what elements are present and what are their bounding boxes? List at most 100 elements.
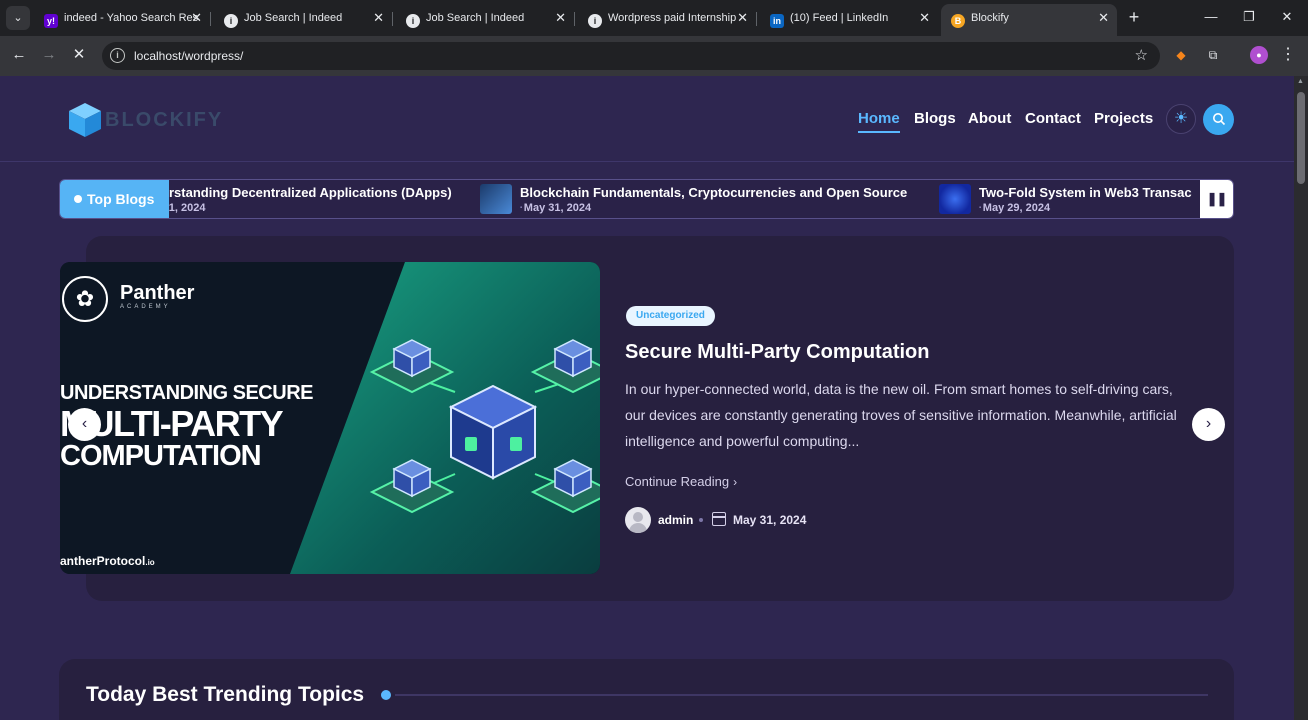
logo-cube-icon[interactable] [68,102,102,138]
page-scrollbar[interactable]: ▲ [1294,76,1308,720]
tab-title: Blockify [971,12,1009,24]
ticker-item-title[interactable]: rstanding Decentralized Applications (DA… [169,185,452,200]
live-dot-icon [74,195,82,203]
new-tab-icon[interactable]: + [1124,6,1144,28]
forward-icon[interactable]: → [38,44,60,66]
image-brand-text: Panther [120,282,195,304]
minimize-icon[interactable]: — [1196,6,1226,28]
site-header: BLOCKIFY Home Blogs About Contact Projec… [0,76,1294,162]
ticker-thumbnail-image [480,184,512,214]
top-blogs-ticker: Top Blogs rstanding Decentralized Applic… [59,179,1234,219]
browser-menu-icon[interactable]: ⋮ [1280,44,1296,66]
nav-about[interactable]: About [968,110,1011,127]
post-date: May 31, 2024 [733,513,807,527]
browser-tab-active[interactable]: B Blockify ✕ [941,4,1117,36]
close-tab-icon[interactable]: ✕ [373,4,384,32]
nav-contact[interactable]: Contact [1025,110,1081,127]
author-avatar[interactable] [625,507,651,533]
extensions-puzzle-icon[interactable]: ⧉ [1204,46,1222,64]
tab-search-menu-icon[interactable]: ⌄ [6,6,30,30]
site-info-icon[interactable]: i [110,48,125,63]
featured-post-image[interactable]: ✿ Panther ACADEMY UNDERSTANDING SECURE M… [60,262,600,574]
ticker-item[interactable]: rstanding Decentralized Applications (DA… [169,180,469,218]
chevron-right-icon: › [733,475,738,489]
image-footer-domain: antherProtocol [60,554,146,568]
ticker-item[interactable]: Blockchain Fundamentals, Cryptocurrencie… [480,180,930,218]
close-tab-icon[interactable]: ✕ [737,4,748,32]
tab-title: Job Search | Indeed [244,12,343,24]
stop-loading-icon[interactable]: ✕ [68,44,90,66]
close-tab-icon[interactable]: ✕ [919,4,930,32]
scrollbar-thumb[interactable] [1297,92,1305,184]
metamask-extension-icon[interactable]: ◆ [1172,46,1190,64]
address-bar[interactable]: i localhost/wordpress/ ☆ [102,42,1160,70]
featured-post-excerpt: In our hyper-connected world, data is th… [625,381,1177,449]
slider-prev-button[interactable]: ‹ [68,408,101,441]
browser-tab[interactable]: i Job Search | Indeed ✕ [214,4,392,32]
blockify-favicon-icon: B [951,14,965,28]
browser-tab[interactable]: y! indeed - Yahoo Search Res ✕ [34,4,210,32]
tab-title: Job Search | Indeed [426,12,525,24]
heading-divider [395,694,1208,696]
top-blogs-label: Top Blogs [87,191,155,207]
yahoo-favicon-icon: y! [44,14,58,28]
heading-dot-icon [381,690,391,700]
slider-next-button[interactable]: › [1192,408,1225,441]
nav-blogs[interactable]: Blogs [914,110,956,127]
theme-toggle-sun-icon[interactable]: ☀ [1166,104,1196,134]
meta-separator [699,518,703,522]
ticker-item-date: 1, 2024 [169,202,206,214]
search-icon [1212,113,1225,126]
back-icon[interactable]: ← [8,44,30,66]
ticker-item[interactable]: Two-Fold System in Web3 Transac May 29, … [939,180,1200,218]
image-brand-subtext: ACADEMY [120,304,171,310]
ticker-item-title[interactable]: Blockchain Fundamentals, Cryptocurrencie… [520,185,907,200]
ticker-pause-button[interactable]: ❚❚ [1200,180,1233,218]
tab-title: (10) Feed | LinkedIn [790,12,889,24]
profile-avatar-icon[interactable]: ● [1250,46,1268,64]
close-tab-icon[interactable]: ✕ [555,4,566,32]
url-text[interactable]: localhost/wordpress/ [134,42,243,70]
site-logo-text[interactable]: BLOCKIFY [105,109,223,132]
nav-projects[interactable]: Projects [1094,110,1153,127]
calendar-icon [712,512,726,526]
browser-tab[interactable]: i Job Search | Indeed ✕ [396,4,574,32]
nav-home[interactable]: Home [858,110,900,133]
continue-reading-link[interactable]: Continue Reading › [625,474,737,489]
tab-title: indeed - Yahoo Search Res [64,12,199,24]
ticker-track: rstanding Decentralized Applications (DA… [169,180,1200,218]
browser-tab[interactable]: in (10) Feed | LinkedIn ✕ [760,4,938,32]
search-button[interactable] [1203,104,1234,135]
ticker-item-date: May 31, 2024 [520,202,591,214]
image-footer-text: antherProtocol.io [60,554,155,568]
linkedin-favicon-icon: in [770,14,784,28]
author-name[interactable]: admin [658,513,693,527]
ticker-thumbnail-image [939,184,971,214]
tab-divider [392,12,393,26]
scroll-up-icon[interactable]: ▲ [1297,78,1304,85]
trending-topics-heading: Today Best Trending Topics [86,683,365,706]
ticker-item-title[interactable]: Two-Fold System in Web3 Transac [979,185,1192,200]
indeed-favicon-icon: i [588,14,602,28]
tab-title: Wordpress paid Internship [608,12,737,24]
tab-divider [210,12,211,26]
bookmark-star-icon[interactable]: ☆ [1135,42,1148,70]
browser-toolbar: ← → ✕ i localhost/wordpress/ ☆ ◆ ⧉ ● ⋮ [0,36,1308,76]
image-headline-line3: COMPUTATION [60,440,262,472]
close-tab-icon[interactable]: ✕ [1098,4,1109,32]
continue-reading-label: Continue Reading [625,474,730,489]
category-badge[interactable]: Uncategorized [626,306,715,326]
trending-topics-section: Today Best Trending Topics [59,659,1234,720]
close-window-icon[interactable]: ✕ [1272,6,1302,28]
image-headline-line1: UNDERSTANDING SECURE [60,382,313,404]
featured-post-title[interactable]: Secure Multi-Party Computation [625,341,929,364]
restore-window-icon[interactable]: ❐ [1234,6,1264,28]
browser-tab[interactable]: i Wordpress paid Internship ✕ [578,4,756,32]
top-blogs-badge: Top Blogs [60,180,169,218]
indeed-favicon-icon: i [224,14,238,28]
ticker-item-date: May 29, 2024 [979,202,1050,214]
browser-tab-bar: ⌄ y! indeed - Yahoo Search Res ✕ i Job Sea… [0,0,1308,36]
close-tab-icon[interactable]: ✕ [191,4,202,32]
web-page: BLOCKIFY Home Blogs About Contact Projec… [0,76,1294,720]
indeed-favicon-icon: i [406,14,420,28]
